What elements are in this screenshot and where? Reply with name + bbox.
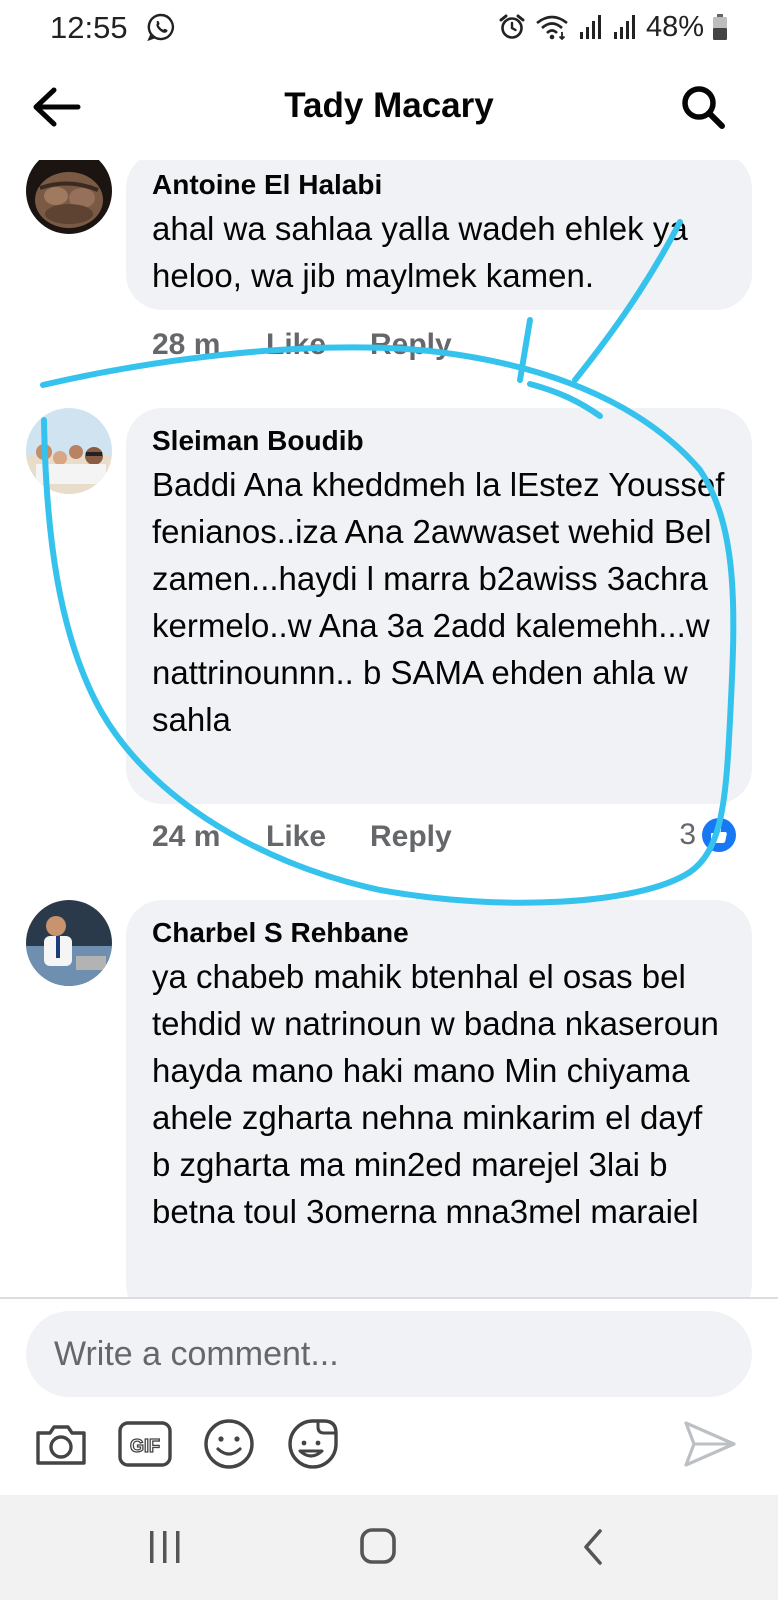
signal-icon [613,15,635,39]
recent-apps-icon[interactable] [136,1525,196,1571]
reaction-summary[interactable]: 3 [679,818,736,852]
like-button[interactable]: Like [266,328,370,362]
search-icon[interactable] [678,82,728,132]
camera-icon[interactable] [32,1415,90,1473]
like-reaction-icon [702,818,736,852]
comment-author[interactable]: Antoine El Halabi [152,168,728,202]
avatar[interactable] [26,408,112,494]
comment-text: Baddi Ana kheddmeh la lEstez Youssef fen… [152,466,725,738]
reply-button[interactable]: Reply [370,820,452,854]
avatar-image [26,160,112,234]
emoji-icon[interactable] [200,1415,258,1473]
reply-button[interactable]: Reply [370,328,452,362]
comment-actions: 24 m Like Reply [152,820,452,854]
comment-text: ahal wa sahlaa yalla wadeh ehlek ya helo… [152,210,688,294]
send-icon[interactable] [682,1417,738,1471]
comment-bubble[interactable]: Sleiman Boudib Baddi Ana kheddmeh la lEs… [126,408,752,804]
comment-time: 28 m [152,328,221,361]
avatar-image [26,900,112,986]
gif-icon[interactable]: GIF [116,1415,174,1473]
wifi-icon [536,15,568,41]
comment-bubble[interactable]: Charbel S Rehbane ya chabeb mahik btenha… [126,900,752,1297]
like-button[interactable]: Like [266,820,370,854]
battery-icon [713,14,727,40]
divider [0,1297,778,1299]
avatar[interactable] [26,900,112,986]
avatar-image [26,408,112,494]
comment-author[interactable]: Sleiman Boudib [152,424,728,458]
sticker-icon[interactable] [284,1415,342,1473]
system-navbar [0,1495,778,1600]
comment-bubble[interactable]: Antoine El Halabi ahal wa sahlaa yalla w… [126,160,752,310]
back-icon[interactable] [562,1525,622,1571]
header: Tady Macary [0,72,778,142]
battery-percent: 48% [645,10,704,43]
svg-text:GIF: GIF [130,1436,160,1456]
comment-author[interactable]: Charbel S Rehbane [152,916,728,950]
comment-text: ya chabeb mahik btenhal el osas bel tehd… [152,958,719,1230]
comment-input-placeholder: Write a comment... [54,1334,339,1373]
home-icon[interactable] [348,1525,408,1571]
comment-actions: 28 m Like Reply [152,328,452,362]
page-title: Tady Macary [284,86,494,125]
avatar[interactable] [26,160,112,234]
status-icons: 48% [498,10,728,44]
comment-time: 24 m [152,820,221,853]
reaction-count: 3 [679,818,696,851]
status-time: 12:55 [50,10,128,45]
comment-input[interactable]: Write a comment... [26,1311,752,1397]
whatsapp-icon [147,13,175,42]
composer-toolbar: GIF [0,1415,778,1477]
alarm-icon [499,14,525,39]
status-bar: 12:55 48% [0,0,778,56]
signal-icon [579,15,601,39]
comments-list[interactable]: Antoine El Halabi ahal wa sahlaa yalla w… [0,160,778,1297]
